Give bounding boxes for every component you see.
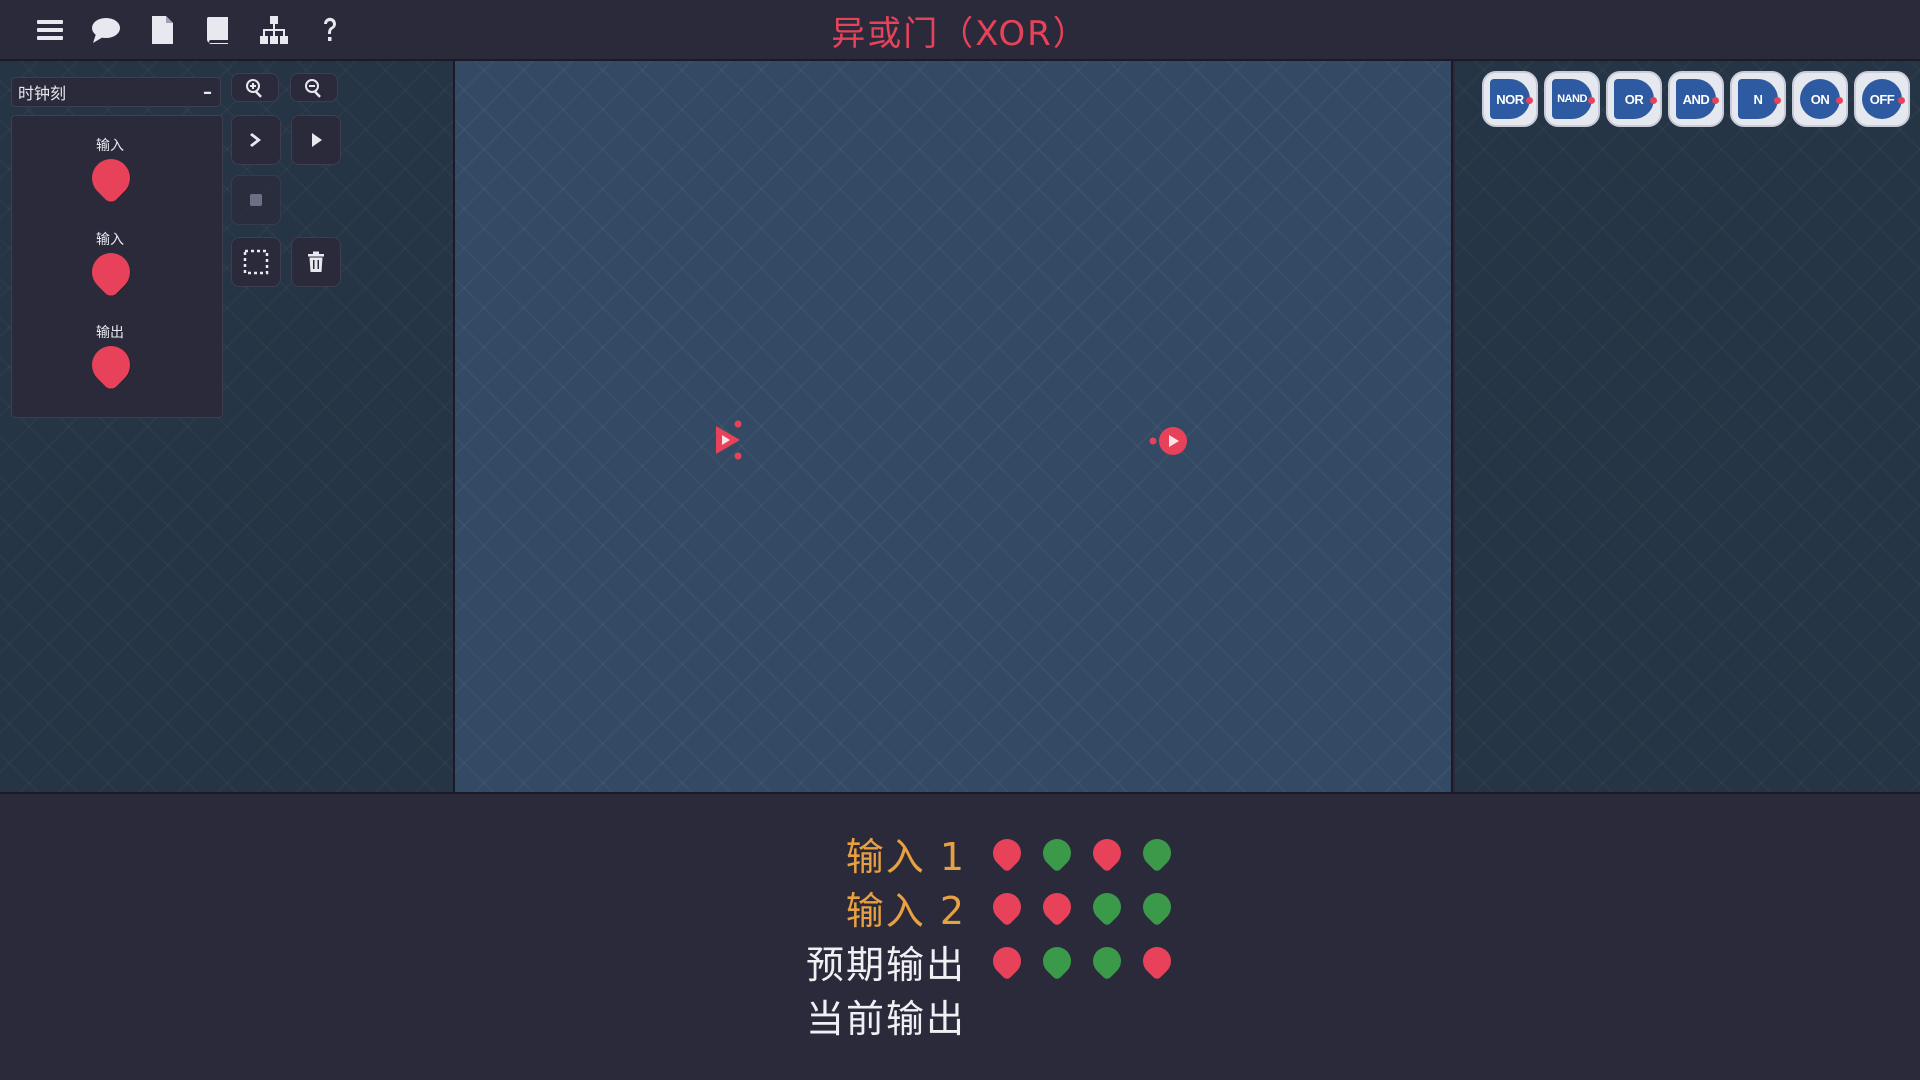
- zoom-out-icon: [305, 78, 321, 98]
- off-source-button[interactable]: OFF: [1854, 71, 1910, 127]
- nand-gate-button[interactable]: NAND: [1544, 71, 1600, 127]
- or-gate-button[interactable]: OR: [1606, 71, 1662, 127]
- truth-cell-off: [1137, 941, 1177, 981]
- nor-gate-button[interactable]: NOR: [1482, 71, 1538, 127]
- step-icon: [250, 133, 261, 147]
- output-pin-icon: [1588, 97, 1595, 104]
- gate-label: OR: [1614, 79, 1654, 119]
- on-source-button[interactable]: ON: [1792, 71, 1848, 127]
- trash-icon: [308, 251, 324, 272]
- select-all-icon: [243, 249, 269, 275]
- truth-cell-on: [1087, 941, 1127, 981]
- stop-button[interactable]: [231, 175, 281, 225]
- collapse-icon[interactable]: –: [203, 82, 212, 103]
- truth-cell-off: [987, 833, 1027, 873]
- step-button[interactable]: [231, 115, 281, 165]
- truth-row-label: 预期输出: [805, 942, 966, 987]
- gate-label: N: [1738, 79, 1778, 119]
- top-bar: 异或门（XOR）: [0, 0, 1920, 61]
- input-toggle[interactable]: [84, 245, 138, 299]
- truth-row-input-2: 输入 2: [0, 882, 966, 933]
- zoom-in-icon: [246, 78, 262, 98]
- not-gate-button[interactable]: N: [1730, 71, 1786, 127]
- truth-row-current-output: 当前输出: [0, 990, 966, 1041]
- io-item-input-1: 输入: [12, 135, 222, 205]
- truth-table: 输入 1 输入 2 预期输出 当前输出: [0, 792, 1920, 1080]
- gate-label: AND: [1676, 79, 1716, 119]
- component-panel: NOR NAND OR AND N ON OFF: [1455, 61, 1920, 792]
- truth-cell-on: [1037, 833, 1077, 873]
- output-pin-icon: [1650, 97, 1657, 104]
- play-icon: [312, 133, 322, 147]
- truth-cell-off: [987, 941, 1027, 981]
- stop-icon: [250, 194, 262, 206]
- truth-row-expected-output: 预期输出: [0, 936, 966, 987]
- truth-row-label: 当前输出: [805, 996, 966, 1041]
- truth-cell-off: [1037, 887, 1077, 927]
- output-node[interactable]: [1147, 422, 1191, 460]
- truth-cell-off: [1087, 833, 1127, 873]
- io-list: 输入 输入 输出: [11, 115, 223, 418]
- select-all-button[interactable]: [231, 237, 281, 287]
- truth-row-label: 输入 2: [845, 888, 966, 933]
- output-pin-icon: [1836, 97, 1843, 104]
- truth-cell-on: [1087, 887, 1127, 927]
- truth-row-label: 输入 1: [845, 834, 966, 879]
- gate-label: OFF: [1862, 79, 1902, 119]
- io-item-input-2: 输入: [12, 229, 222, 299]
- output-pin-icon: [1712, 97, 1719, 104]
- io-label: 输入: [96, 232, 124, 248]
- zoom-out-button[interactable]: [290, 73, 338, 102]
- truth-cell-off: [987, 887, 1027, 927]
- input-node[interactable]: [710, 418, 750, 462]
- left-panel: 时钟刻 – 输入 输入 输出: [0, 61, 455, 792]
- gate-label: NAND: [1552, 79, 1592, 119]
- input-toggle[interactable]: [84, 151, 138, 205]
- zoom-in-button[interactable]: [231, 73, 279, 102]
- gate-palette: NOR NAND OR AND N ON OFF: [1482, 71, 1910, 127]
- gate-label: ON: [1800, 79, 1840, 119]
- truth-row-input-1: 输入 1: [0, 828, 966, 879]
- truth-cell-on: [1037, 941, 1077, 981]
- truth-cell-on: [1137, 887, 1177, 927]
- output-pin-icon: [1526, 97, 1533, 104]
- io-label: 输入: [96, 138, 124, 154]
- play-button[interactable]: [291, 115, 341, 165]
- truth-cell-on: [1137, 833, 1177, 873]
- delete-button[interactable]: [291, 237, 341, 287]
- output-pin-icon: [1898, 97, 1905, 104]
- output-indicator[interactable]: [84, 338, 138, 392]
- gate-label: NOR: [1490, 79, 1530, 119]
- io-label: 输出: [96, 325, 124, 341]
- level-title: 异或门（XOR）: [831, 14, 1089, 54]
- clock-mode-value: 时钟刻: [18, 84, 67, 103]
- output-pin-icon: [1774, 97, 1781, 104]
- and-gate-button[interactable]: AND: [1668, 71, 1724, 127]
- circuit-workspace[interactable]: [455, 61, 1453, 792]
- io-item-output: 输出: [12, 322, 222, 392]
- clock-mode-select[interactable]: 时钟刻 –: [11, 77, 221, 107]
